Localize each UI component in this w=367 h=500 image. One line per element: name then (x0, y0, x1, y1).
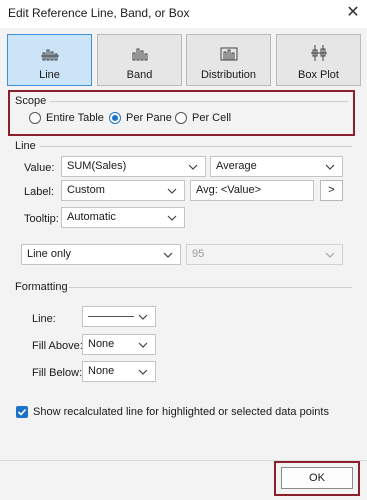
checkmark-icon (17, 408, 27, 416)
line-style-label: Line: (32, 313, 56, 325)
chevron-down-icon (167, 188, 177, 194)
fill-above-label: Fill Above: (32, 340, 83, 352)
type-line-label: Line (39, 69, 60, 81)
ok-button[interactable]: OK (281, 467, 353, 489)
distribution-icon (220, 47, 238, 61)
tooltip-label: Tooltip: (24, 213, 59, 225)
scope-per-pane-radio[interactable] (109, 112, 121, 124)
line-style-swatch (88, 316, 134, 317)
line-divider (40, 146, 352, 147)
chevron-down-icon (138, 342, 148, 348)
fill-below-text: None (88, 365, 115, 377)
scope-entire-table-label: Entire Table (46, 112, 104, 124)
type-box-plot-button[interactable]: Box Plot (276, 34, 361, 86)
chevron-down-icon (325, 164, 335, 170)
aggregation-dropdown[interactable]: Average (210, 156, 343, 177)
close-icon[interactable]: ✕ (343, 3, 363, 23)
fill-below-dropdown[interactable]: None (82, 361, 156, 382)
value-field-text: SUM(Sales) (67, 160, 127, 172)
scope-label: Scope (15, 95, 47, 107)
type-distribution-label: Distribution (200, 69, 257, 81)
chevron-down-icon (325, 252, 335, 258)
fill-above-dropdown[interactable]: None (82, 334, 156, 355)
chevron-down-icon (138, 369, 148, 375)
tooltip-text: Automatic (67, 211, 116, 223)
band-icon (132, 48, 148, 61)
value-field-dropdown[interactable]: SUM(Sales) (61, 156, 206, 177)
fill-above-text: None (88, 338, 115, 350)
display-text: Line only (27, 248, 72, 260)
line-section-label: Line (15, 140, 36, 152)
type-distribution-button[interactable]: Distribution (186, 34, 271, 86)
label-mode-text: Custom (67, 184, 105, 196)
formatting-divider (69, 287, 352, 288)
scope-per-cell-label: Per Cell (192, 112, 232, 124)
scope-divider (50, 101, 348, 102)
chevron-down-icon (138, 314, 148, 320)
insert-field-button[interactable]: > (320, 180, 343, 201)
dialog-title: Edit Reference Line, Band, or Box (8, 6, 190, 20)
percent-text: 95 (192, 248, 205, 260)
fill-below-label: Fill Below: (32, 367, 83, 379)
line-icon (41, 49, 59, 61)
chevron-down-icon (163, 252, 173, 258)
chevron-down-icon (167, 215, 177, 221)
scope-per-pane-label: Per Pane (126, 112, 172, 124)
scope-entire-table-radio[interactable] (29, 112, 41, 124)
type-box-plot-label: Box Plot (298, 69, 339, 81)
type-band-label: Band (126, 69, 153, 81)
label-mode-dropdown[interactable]: Custom (61, 180, 185, 201)
aggregation-text: Average (216, 160, 257, 172)
tooltip-dropdown[interactable]: Automatic (61, 207, 185, 228)
type-band-button[interactable]: Band (97, 34, 182, 86)
display-dropdown[interactable]: Line only (21, 244, 181, 265)
type-line-button[interactable]: Line (7, 34, 92, 86)
formatting-label: Formatting (15, 281, 68, 293)
recalc-label: Show recalculated line for highlighted o… (33, 406, 329, 418)
label-text-input[interactable]: Avg: <Value> (190, 180, 314, 201)
label-label: Label: (24, 186, 54, 198)
scope-per-cell-radio[interactable] (175, 112, 187, 124)
percent-dropdown: 95 (186, 244, 343, 265)
box-plot-icon (311, 45, 327, 61)
value-label: Value: (24, 162, 55, 174)
chevron-down-icon (188, 164, 198, 170)
line-style-dropdown[interactable] (82, 306, 156, 327)
recalc-checkbox[interactable] (16, 406, 28, 418)
